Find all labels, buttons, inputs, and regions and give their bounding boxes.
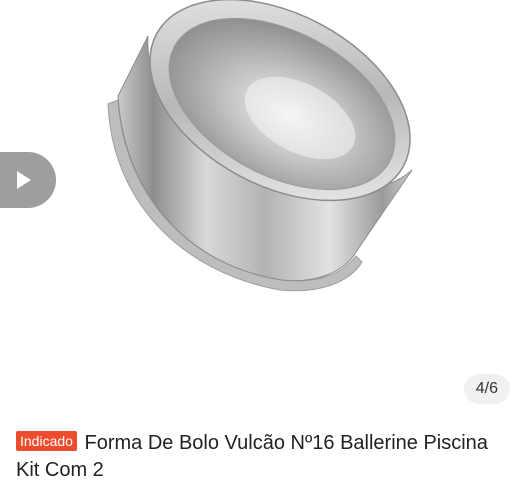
product-image[interactable] [0, 0, 526, 412]
product-title-block: Indicado Forma De Bolo Vulcão Nº16 Balle… [16, 430, 512, 484]
product-image-gallery[interactable]: 4/6 [0, 0, 526, 412]
play-video-button[interactable] [0, 152, 56, 208]
product-title: Forma De Bolo Vulcão Nº16 Ballerine Pisc… [16, 432, 488, 481]
play-icon [17, 171, 31, 189]
image-page-counter: 4/6 [463, 374, 510, 404]
recommended-badge: Indicado [16, 431, 77, 451]
